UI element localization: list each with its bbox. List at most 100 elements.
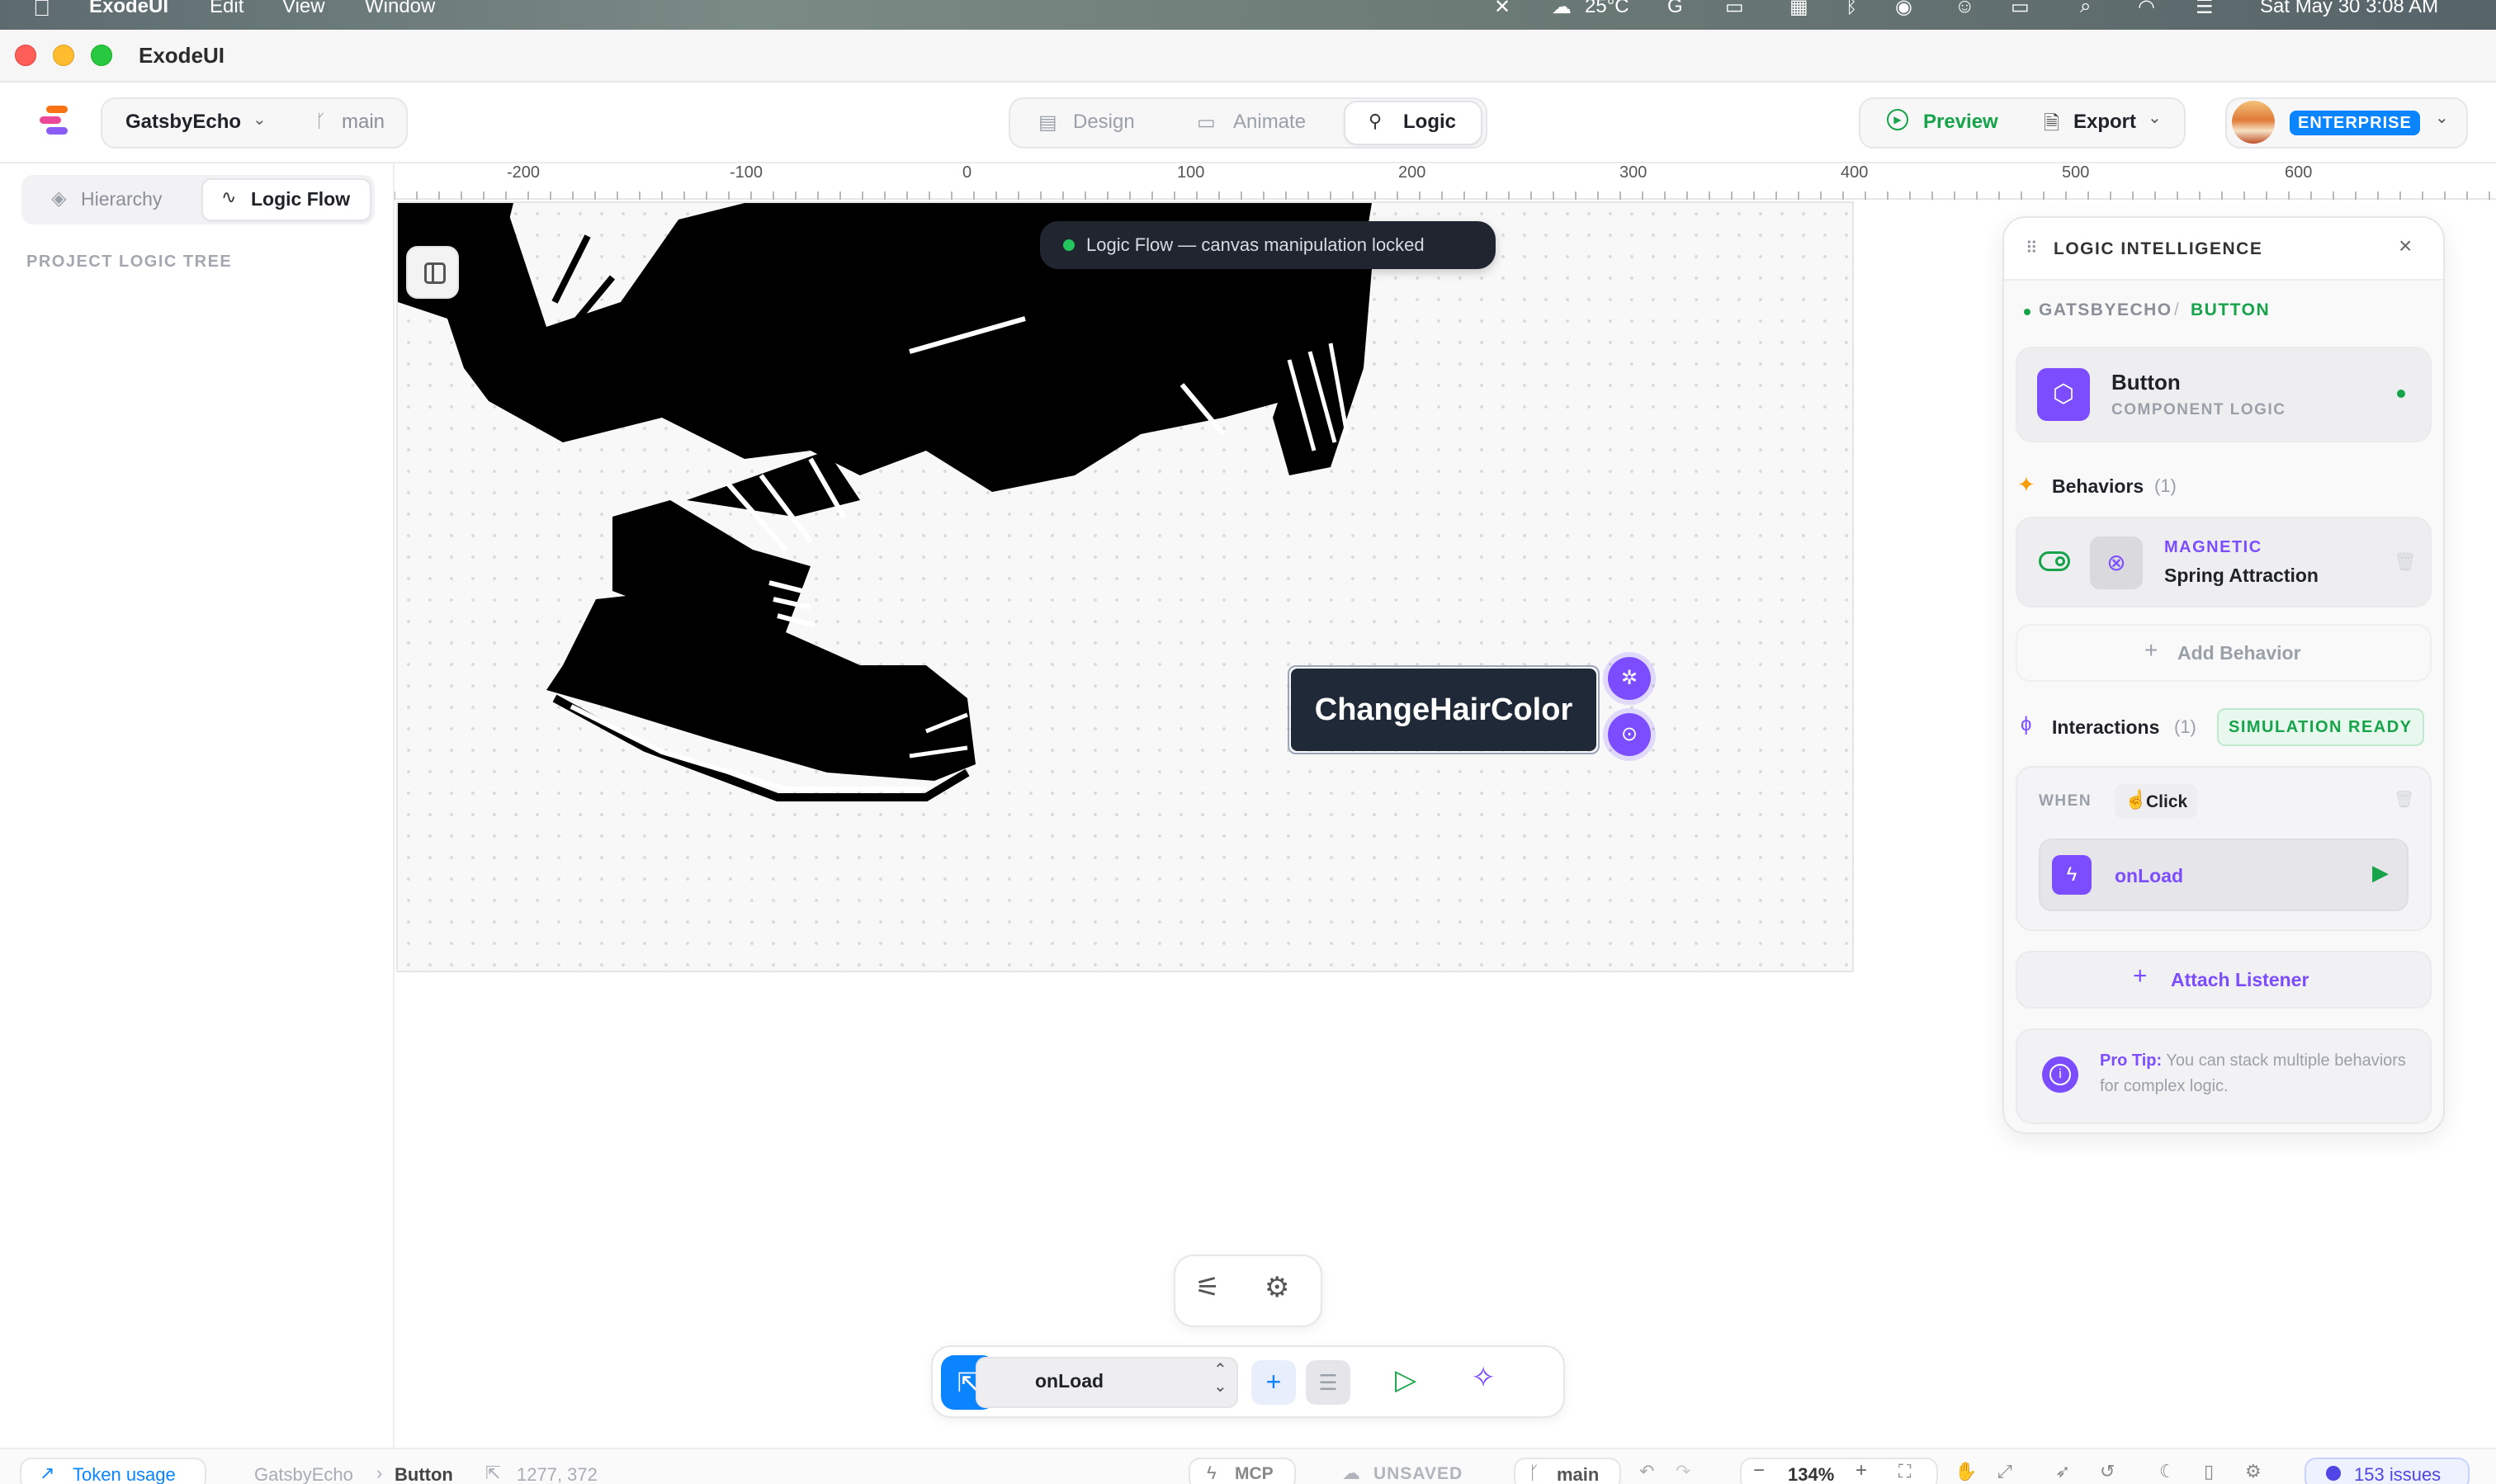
drag-handle-icon[interactable]: ⠿ [2026,238,2038,258]
layout-icon: ▤ [1038,111,1057,134]
apple-icon[interactable]:  [33,0,50,21]
behaviors-count: (1) [2154,475,2177,496]
wifi-icon[interactable]: ◠ [2138,0,2155,19]
section-title: PROJECT LOGIC TREE [26,253,233,271]
minimize-window-button[interactable] [53,45,74,66]
interaction-node-icon[interactable]: ✲ [1608,657,1651,700]
undo-icon[interactable]: ↶ [1639,1461,1654,1482]
tab-design[interactable]: Design [1073,111,1135,134]
logic-intelligence-panel: ⠿ LOGIC INTELLIGENCE × GATSBYECHO / BUTT… [2002,216,2445,1134]
datetime-text[interactable]: Sat May 30 3:08 AM [2260,0,2438,18]
cursor-coords: 1277, 372 [517,1464,598,1484]
bolt-icon: ϟ [2052,855,2092,895]
plus-icon: + [2144,637,2158,663]
branch-name[interactable]: main [342,111,385,134]
zoom-out-button[interactable]: − [1753,1459,1765,1482]
app-logo[interactable] [40,106,73,139]
hand-pointer-icon: ☝ [2125,789,2148,810]
add-event-button[interactable]: + [1251,1360,1296,1405]
breadcrumb-project: GATSBYECHO [2039,300,2172,319]
ruler-ticks [395,191,2490,200]
rocket-icon[interactable]: ➶ [2055,1461,2070,1482]
preview-button[interactable]: Preview [1923,111,1998,134]
fit-screen-icon[interactable]: ⛶ [1898,1461,1911,1482]
control-center-icon[interactable]: ☰ [2196,0,2214,19]
weather-icon[interactable]: ☁ [1552,0,1572,19]
interactions-count: (1) [2174,716,2196,737]
history-icon[interactable]: ↺ [2100,1461,2115,1482]
moon-icon[interactable]: ☾ [2159,1461,2176,1482]
component-kind: COMPONENT LOGIC [2111,401,2286,418]
left-sidebar [0,163,395,1448]
spotlight-icon[interactable]: ⌕ [2080,0,2091,18]
select-arrows-icon: ⌃ ⌄ [1213,1361,1227,1396]
action-row[interactable] [2039,839,2409,911]
ruler-label: 200 [1398,163,1426,182]
artboard[interactable] [396,201,1854,972]
gear-icon[interactable]: ⚙ [1265,1271,1289,1304]
pointer-icon: ϕ [2021,713,2032,735]
status-dot [1063,239,1075,251]
collapse-sidebar-button[interactable] [406,246,459,299]
zoom-in-button[interactable]: + [1855,1459,1867,1482]
tab-logic-flow-label[interactable]: Logic Flow [251,188,350,210]
book-icon[interactable]: ▯ [2204,1461,2214,1482]
cursor-icon: ⇱ [485,1463,501,1483]
chevron-down-icon[interactable]: ⌄ [2148,107,2162,128]
status-crumb-project[interactable]: GatsbyEcho [254,1464,353,1484]
chevron-down-icon[interactable]: ⌄ [2435,107,2449,128]
status-dot [2397,390,2405,398]
expand-icon[interactable]: ⤢ [1997,1461,2012,1482]
ruler-label: -100 [730,163,763,182]
event-select[interactable] [976,1357,1238,1408]
behavior-type: MAGNETIC [2164,538,2262,556]
menu-view[interactable]: View [282,0,325,18]
trash-icon[interactable]: 🗑 [2394,551,2417,573]
cube-icon: ⬡ [2037,368,2090,421]
database-icon[interactable]: ☰ [1306,1360,1350,1405]
airdrop-icon[interactable]: ◉ [1895,0,1912,19]
toggle-visible-icon[interactable] [2039,551,2070,571]
behavior-card[interactable] [2016,517,2432,607]
issues-dot [2326,1466,2341,1481]
tab-hierarchy[interactable]: Hierarchy [81,188,162,210]
run-icon[interactable]: ▷ [1395,1363,1416,1397]
sliders-icon[interactable]: ⚟ [1195,1271,1220,1304]
user-icon[interactable]: ☺ [1955,0,1975,18]
chevron-right-icon: › [376,1463,383,1483]
close-window-button[interactable] [15,45,36,66]
gear-icon[interactable]: ⚙ [2245,1461,2262,1482]
status-crumb-component[interactable]: Button [395,1464,453,1484]
zoom-window-button[interactable] [91,45,112,66]
display-icon[interactable]: ▭ [1725,0,1744,19]
grammarly-icon[interactable]: G [1667,0,1683,18]
project-name[interactable]: GatsbyEcho [125,111,241,134]
export-button[interactable]: Export [2073,111,2136,134]
zoom-level[interactable]: 134% [1788,1464,1834,1484]
branch-icon: ᚴ [315,111,327,131]
magnet-node-icon[interactable]: ⊙ [1608,713,1651,756]
tab-animate[interactable]: Animate [1233,111,1306,134]
menu-app-name[interactable]: ExodeUI [89,0,168,18]
play-icon[interactable]: ▶ [2372,860,2389,886]
tab-logic-label[interactable]: Logic [1403,111,1456,134]
trash-icon[interactable]: 🗑 [2394,789,2414,810]
menu-window[interactable]: Window [365,0,435,18]
hand-icon[interactable]: ✋ [1955,1461,1977,1482]
close-icon[interactable]: × [2399,233,2412,259]
calendar-icon[interactable]: ▦ [1789,0,1808,19]
changehaircolor-button[interactable]: ChangeHairColor [1291,669,1596,751]
x-icon[interactable]: ✕ [1494,0,1510,19]
avatar[interactable] [2232,101,2275,144]
battery-icon[interactable]: ▭ [2011,0,2030,19]
menu-edit[interactable]: Edit [210,0,243,18]
system-menubar:  ExodeUI Edit View Window ✕ ☁ 25°C G ▭ … [0,0,2496,30]
breadcrumb-component: BUTTON [2191,300,2271,319]
bluetooth-icon[interactable]: ᛒ [1846,0,1857,18]
behaviors-label: Behaviors [2052,475,2144,497]
magnet-icon: ⊗ [2090,536,2143,589]
redo-icon[interactable]: ↷ [1676,1461,1690,1482]
attach-listener-label: Attach Listener [2171,969,2309,990]
ai-sparkle-icon[interactable]: ✧ [1471,1360,1496,1395]
chevron-down-icon[interactable]: ⌄ [253,109,267,130]
